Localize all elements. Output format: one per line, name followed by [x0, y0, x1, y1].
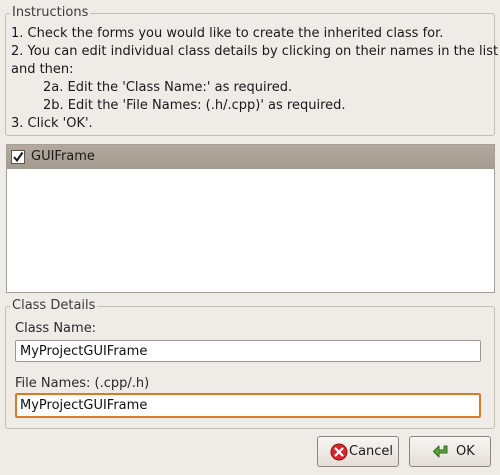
cancel-icon — [330, 443, 348, 461]
class-name-label: Class Name: — [15, 321, 97, 336]
ok-label: OK — [456, 444, 475, 459]
class-name-input[interactable] — [15, 340, 481, 362]
instruction-line-4: 3. Click 'OK'. — [11, 116, 93, 131]
file-names-input[interactable] — [15, 393, 481, 418]
cancel-label: Cancel — [349, 444, 394, 459]
instructions-group: Instructions 1. Check the forms you woul… — [5, 5, 499, 136]
list-item-label: GUIFrame — [31, 149, 95, 164]
forms-list[interactable]: GUIFrame — [6, 144, 495, 293]
instruction-line-2: 2. You can edit individual class details… — [11, 44, 499, 59]
checkmark-icon — [13, 151, 24, 163]
file-names-label: File Names: (.cpp/.h) — [15, 376, 150, 391]
instruction-line-3: and then: — [11, 62, 74, 77]
ok-arrow-icon — [433, 445, 448, 458]
cancel-button[interactable]: Cancel — [317, 436, 399, 467]
guiframe-checkbox[interactable] — [11, 150, 25, 164]
instruction-line-2a: 2a. Edit the 'Class Name:' as required. — [43, 80, 293, 95]
class-details-legend: Class Details — [10, 298, 98, 314]
list-item-guiframe[interactable]: GUIFrame — [7, 145, 494, 169]
instructions-legend: Instructions — [10, 5, 91, 21]
instruction-line-2b: 2b. Edit the 'File Names: (.h/.cpp)' as … — [43, 98, 346, 113]
ok-button[interactable]: OK — [409, 436, 491, 467]
instruction-line-1: 1. Check the forms you would like to cre… — [11, 26, 444, 41]
